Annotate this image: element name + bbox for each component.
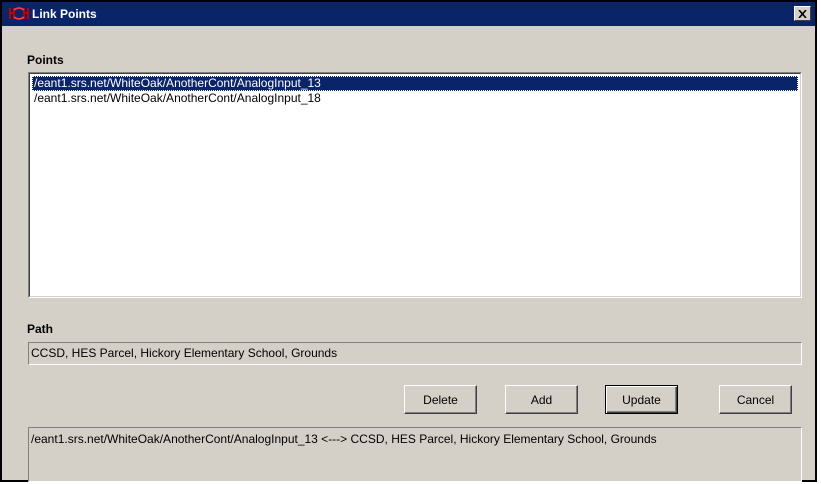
add-button[interactable]: Add — [505, 385, 578, 414]
path-label: Path — [27, 322, 54, 336]
close-button[interactable] — [794, 6, 811, 21]
list-item-selected[interactable]: /eant1.srs.net/WhiteOak/AnotherCont/Anal… — [32, 76, 798, 91]
points-label: Points — [27, 53, 64, 67]
title-bar[interactable]: Link Points — [2, 2, 815, 26]
add-button-label: Add — [530, 392, 553, 407]
delete-button[interactable]: Delete — [404, 385, 477, 414]
close-icon — [798, 9, 807, 18]
list-item[interactable]: /eant1.srs.net/WhiteOak/AnotherCont/Anal… — [32, 91, 798, 106]
cancel-button-label: Cancel — [736, 392, 775, 407]
path-field[interactable]: CCSD, HES Parcel, Hickory Elementary Sch… — [28, 342, 802, 365]
link-summary-field: /eant1.srs.net/WhiteOak/AnotherCont/Anal… — [28, 427, 802, 482]
cancel-button[interactable]: Cancel — [719, 385, 792, 414]
update-button[interactable]: Update — [605, 385, 678, 414]
link-points-dialog: Link Points Points /eant1.srs.net/WhiteO… — [0, 0, 817, 482]
update-button-label: Update — [622, 392, 661, 407]
window-title: Link Points — [32, 7, 97, 21]
link-app-icon — [8, 5, 30, 22]
points-listbox[interactable]: /eant1.srs.net/WhiteOak/AnotherCont/Anal… — [28, 72, 802, 298]
delete-button-label: Delete — [423, 392, 458, 407]
